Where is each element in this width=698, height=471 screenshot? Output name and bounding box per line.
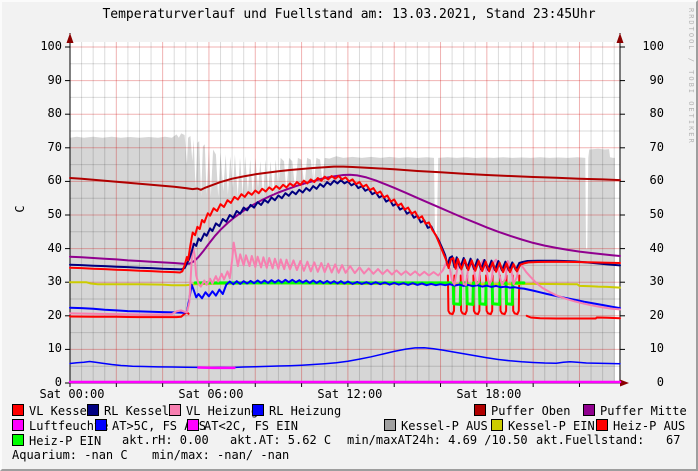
y-tick-label-left: 10 xyxy=(28,342,62,355)
legend-item: Puffer Oben xyxy=(474,404,570,418)
y-tick-label-left: 30 xyxy=(28,275,62,288)
legend-swatch xyxy=(87,404,99,416)
legend-label: RL Heizung xyxy=(269,404,341,418)
legend-swatch xyxy=(169,404,181,416)
y-tick-label-right: 80 xyxy=(636,107,664,120)
legend-label: Puffer Mitte xyxy=(600,404,687,418)
legend-text: akt.rH: 0.00 xyxy=(122,434,209,447)
legend-text: min/maxAT24h: 4.69 /10.50 xyxy=(347,434,528,447)
legend-label: akt.rH: 0.00 xyxy=(122,433,209,447)
legend-swatch xyxy=(187,419,199,431)
y-tick-label-right: 0 xyxy=(636,376,664,389)
legend-label: min/max: -nan/ -nan xyxy=(152,448,289,462)
y-tick-label-right: 90 xyxy=(636,74,664,87)
legend-label: akt.Fuellstand: 67 xyxy=(536,433,681,447)
y-tick-label-right: 60 xyxy=(636,174,664,187)
y-tick-label-left: 80 xyxy=(28,107,62,120)
legend-swatch xyxy=(95,419,107,431)
legend-item: Puffer Mitte xyxy=(583,404,687,418)
legend-swatch xyxy=(491,419,503,431)
legend-label: min/maxAT24h: 4.69 /10.50 xyxy=(347,433,528,447)
legend-label: VL Kessel xyxy=(29,404,94,418)
rrdtool-graph-image: Temperaturverlauf und Fuellstand am: 13.… xyxy=(0,0,698,471)
legend-item: Kessel-P AUS xyxy=(384,419,488,433)
legend-label: Kessel-P EIN xyxy=(508,419,595,433)
legend-swatch xyxy=(384,419,396,431)
legend-item: RL Heizung xyxy=(252,404,341,418)
legend-swatch xyxy=(252,404,264,416)
legend-label: RL Kessel xyxy=(104,404,169,418)
y-tick-label-right: 20 xyxy=(636,309,664,322)
y-tick-label-right: 50 xyxy=(636,208,664,221)
y-tick-label-right: 10 xyxy=(636,342,664,355)
y-tick-label-left: 100 xyxy=(28,40,62,53)
x-tick-label: Sat 00:00 xyxy=(30,388,114,401)
y-tick-label-right: 40 xyxy=(636,242,664,255)
legend-item: VL Heizung xyxy=(169,404,258,418)
y-tick-label-left: 90 xyxy=(28,74,62,87)
legend-text: Aquarium: -nan C xyxy=(12,449,128,462)
x-tick-label: Sat 18:00 xyxy=(447,388,531,401)
legend-item: Kessel-P EIN xyxy=(491,419,595,433)
y-tick-label-left: 50 xyxy=(28,208,62,221)
legend-item: RL Kessel xyxy=(87,404,169,418)
legend-label: Kessel-P AUS xyxy=(401,419,488,433)
legend-item: Luftfeuchte xyxy=(12,419,108,433)
y-axis-arrow-left xyxy=(67,33,74,43)
legend-label: Heiz-P EIN xyxy=(29,434,101,448)
legend-text: akt.Fuellstand: 67 xyxy=(536,434,681,447)
legend-item: AT<2C, FS EIN xyxy=(187,419,298,433)
legend-label: VL Heizung xyxy=(186,404,258,418)
legend-label: Heiz-P AUS xyxy=(613,419,685,433)
legend-label: Aquarium: -nan C xyxy=(12,448,128,462)
y-tick-label-left: 60 xyxy=(28,174,62,187)
legend-item: Heiz-P EIN xyxy=(12,434,101,448)
legend-swatch xyxy=(12,434,24,446)
legend-swatch xyxy=(596,419,608,431)
legend-label: akt.AT: 5.62 C xyxy=(230,433,331,447)
x-tick-label: Sat 06:00 xyxy=(169,388,253,401)
y-tick-label-left: 20 xyxy=(28,309,62,322)
y-tick-label-left: 40 xyxy=(28,242,62,255)
legend-item: VL Kessel xyxy=(12,404,94,418)
legend-swatch xyxy=(583,404,595,416)
y-tick-label-right: 30 xyxy=(636,275,664,288)
y-axis-arrow-right xyxy=(617,33,624,43)
legend-label: Puffer Oben xyxy=(491,404,570,418)
legend-text: akt.AT: 5.62 C xyxy=(230,434,331,447)
y-tick-label-right: 70 xyxy=(636,141,664,154)
legend-label: AT<2C, FS EIN xyxy=(204,419,298,433)
legend-text: min/max: -nan/ -nan xyxy=(152,449,289,462)
legend-swatch xyxy=(12,404,24,416)
y-tick-label-left: 70 xyxy=(28,141,62,154)
x-tick-label: Sat 12:00 xyxy=(308,388,392,401)
x-axis-arrow xyxy=(620,380,629,387)
legend-swatch xyxy=(474,404,486,416)
legend-item: Heiz-P AUS xyxy=(596,419,685,433)
y-tick-label-right: 100 xyxy=(636,40,664,53)
legend-swatch xyxy=(12,419,24,431)
